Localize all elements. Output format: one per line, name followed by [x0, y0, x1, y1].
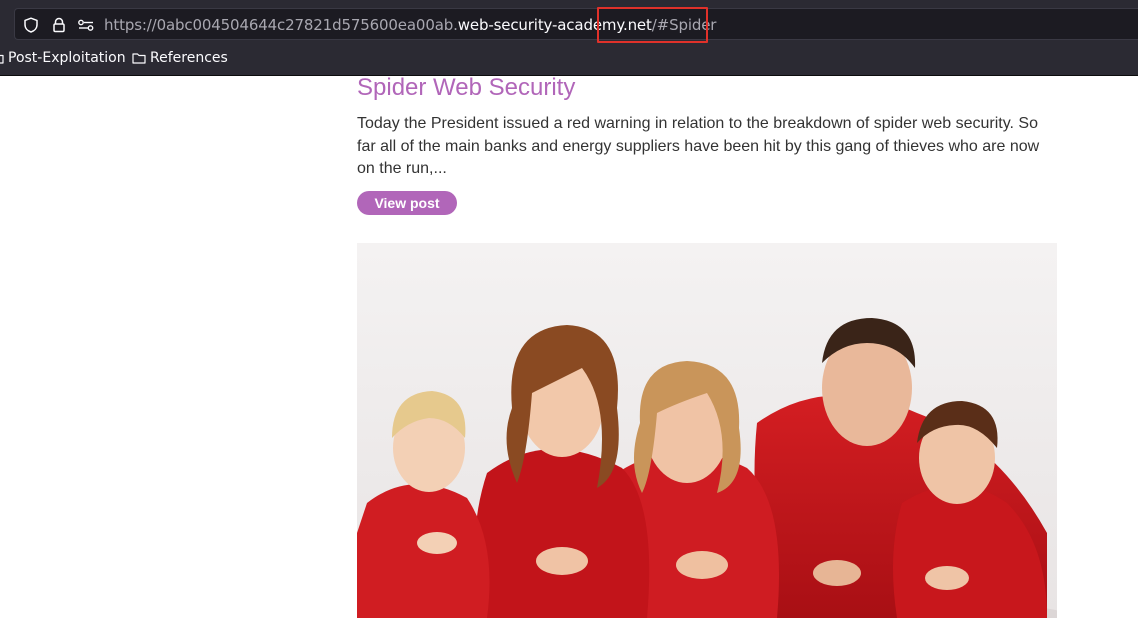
browser-chrome: https://0abc004504644c27821d575600ea00ab…	[0, 0, 1138, 76]
url-hash-highlight-box	[597, 7, 708, 43]
folder-icon	[132, 53, 146, 64]
post-image	[357, 243, 1057, 618]
post-title: Spider Web Security	[357, 74, 576, 101]
address-bar[interactable]: https://0abc004504644c27821d575600ea00ab…	[14, 8, 1138, 40]
view-post-button[interactable]: View post	[357, 191, 457, 215]
folder-icon	[0, 54, 4, 64]
shield-icon[interactable]	[22, 16, 40, 34]
bookmark-label: Post-Exploitation	[8, 50, 126, 66]
post-summary: Today the President issued a red warning…	[357, 115, 1040, 178]
lock-icon[interactable]	[50, 16, 68, 34]
permissions-icon[interactable]	[77, 16, 95, 34]
bookmark-post-exploitation[interactable]: Post-Exploitation	[0, 50, 126, 66]
url-prefix: https://0abc004504644c27821d575600ea00ab…	[104, 16, 458, 34]
bookmark-references[interactable]: References	[132, 50, 228, 66]
bookmark-label: References	[150, 50, 228, 66]
family-photo	[357, 243, 1057, 618]
bookmarks-toolbar: Post-Exploitation References	[0, 46, 1138, 72]
